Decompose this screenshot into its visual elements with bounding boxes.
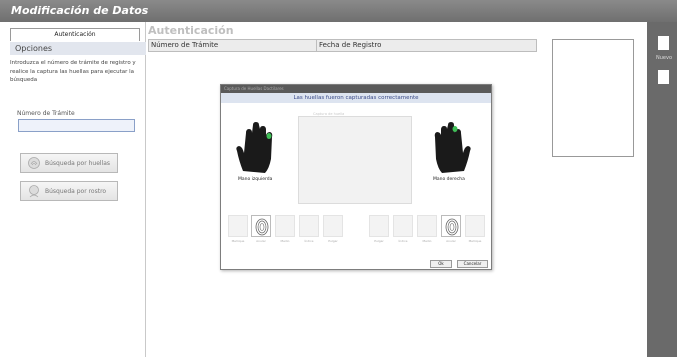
section-header: Autenticación: [148, 24, 234, 37]
ok-button[interactable]: Ok: [430, 260, 452, 268]
instructions-text: Introduzca el número de trámite de regis…: [10, 60, 136, 83]
fingerprint-search-icon: [28, 157, 40, 169]
left-panel: Autenticación Opciones Introduzca el núm…: [8, 22, 146, 357]
dialog-title: Captura de Huellas Dactilares: [221, 85, 491, 93]
tab-autenticacion[interactable]: Autenticación: [10, 28, 140, 41]
fingerprint-icon: [445, 218, 459, 236]
finger-slot-left-middle[interactable]: [275, 215, 295, 237]
finger-slot-right-ring[interactable]: [441, 215, 461, 237]
new-label: Nuevo: [656, 55, 673, 61]
num-tramite-label: Número de Trámite: [17, 110, 75, 117]
finger-label: Meñique: [468, 239, 482, 243]
finger-label: Medio: [422, 239, 432, 243]
finger-slot-right-index[interactable]: [393, 215, 413, 237]
finger-label: Pulgar: [328, 239, 338, 243]
finger-label: Anular: [446, 239, 456, 243]
search-fingerprints-button[interactable]: Búsqueda por huellas: [20, 153, 118, 173]
finger-slot-right-middle[interactable]: [417, 215, 437, 237]
finger-label: Pulgar: [374, 239, 384, 243]
photo-box: [552, 39, 634, 157]
right-sidebar: Nuevo: [647, 22, 677, 357]
finger-slot-left-pinky[interactable]: [228, 215, 248, 237]
finger-label: Anular: [256, 239, 266, 243]
scan-area: [298, 116, 412, 204]
left-hand-icon: [236, 122, 273, 173]
finger-label: Medio: [280, 239, 290, 243]
finger-slot-left-thumb[interactable]: [323, 215, 343, 237]
cancel-button[interactable]: Cancelar: [457, 260, 488, 268]
new-document-icon[interactable]: [658, 36, 669, 50]
num-tramite-input[interactable]: [18, 119, 135, 132]
title-bar: Modificación de Datos: [0, 0, 677, 22]
finger-label: Meñique: [231, 239, 245, 243]
right-hand-icon: [434, 122, 471, 173]
finger-slot-left-ring[interactable]: [251, 215, 271, 237]
finger-slot-right-thumb[interactable]: [369, 215, 389, 237]
finger-label: Índice: [304, 239, 314, 243]
document-icon[interactable]: [658, 70, 669, 84]
right-hand-label: Mano derecha: [433, 177, 465, 182]
finger-slot-right-pinky[interactable]: [465, 215, 485, 237]
fingerprint-capture-dialog: Captura de Huellas Dactilares Las huella…: [220, 84, 492, 270]
fingerprint-icon: [255, 218, 269, 236]
face-search-icon: [29, 185, 39, 198]
search-face-label: Búsqueda por rostro: [45, 187, 107, 195]
search-face-button[interactable]: Búsqueda por rostro: [20, 181, 118, 201]
results-grid-header: Número de Trámite Fecha de Registro: [148, 39, 537, 52]
window-title: Modificación de Datos: [11, 4, 149, 17]
left-hand-label: Mano izquierda: [238, 177, 273, 182]
capture-status: Las huellas fueron capturadas correctame…: [221, 93, 491, 103]
search-fingerprints-label: Búsqueda por huellas: [45, 159, 111, 167]
finger-slot-left-index[interactable]: [299, 215, 319, 237]
finger-label: Índice: [398, 239, 408, 243]
column-num-tramite[interactable]: Número de Trámite: [149, 40, 317, 51]
column-fecha-registro[interactable]: Fecha de Registro: [317, 40, 536, 51]
opciones-header: Opciones: [10, 42, 146, 55]
